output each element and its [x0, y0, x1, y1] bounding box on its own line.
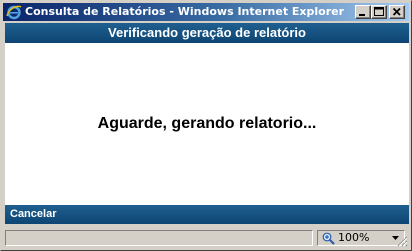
- title-bar[interactable]: Consulta de Relatórios - Windows Interne…: [3, 3, 409, 21]
- browser-window: Consulta de Relatórios - Windows Interne…: [0, 0, 412, 251]
- window-title: Consulta de Relatórios - Windows Interne…: [25, 5, 347, 18]
- maximize-button[interactable]: [371, 5, 387, 19]
- maximize-icon: [374, 7, 384, 16]
- header-title: Verificando geração de relatório: [108, 25, 306, 40]
- loading-message: Aguarde, gerando relatorio...: [97, 115, 317, 132]
- cancel-link[interactable]: Cancelar: [10, 205, 56, 224]
- zoom-level: 100%: [338, 231, 370, 244]
- minimize-icon: [359, 14, 365, 16]
- status-text-pane: [5, 230, 313, 246]
- footer-bar: Cancelar: [5, 205, 409, 224]
- status-bar: 100%: [3, 228, 409, 248]
- zoom-control[interactable]: 100%: [317, 230, 405, 246]
- close-button[interactable]: [389, 5, 405, 19]
- close-icon: [392, 7, 401, 16]
- minimize-button[interactable]: [355, 5, 371, 19]
- zoom-icon: [322, 232, 335, 245]
- report-header: Verificando geração de relatório: [5, 23, 409, 43]
- content-area: Aguarde, gerando relatorio...: [5, 43, 409, 205]
- resize-grip-icon[interactable]: [396, 235, 408, 247]
- ie-icon: [6, 5, 22, 20]
